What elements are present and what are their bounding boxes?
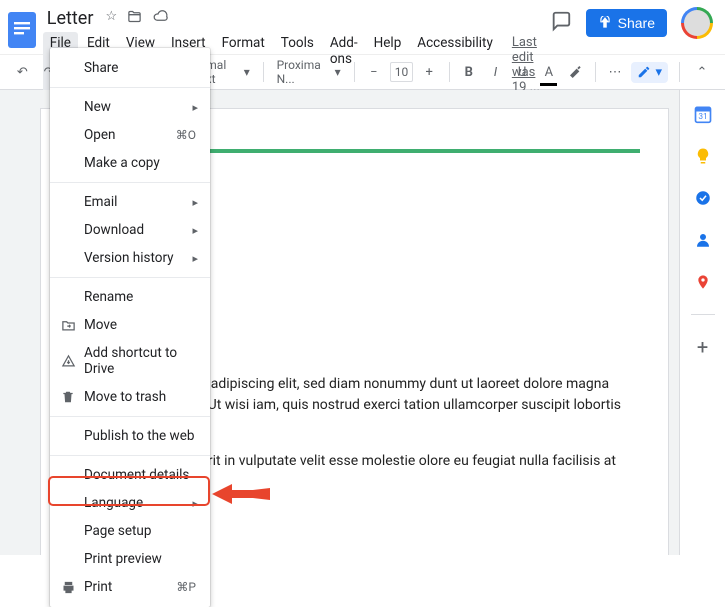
menu-item-download[interactable]: Download xyxy=(50,216,210,244)
bold-button[interactable]: B xyxy=(458,60,479,84)
collapse-toolbar-button[interactable]: ⌃ xyxy=(691,61,713,83)
move-folder-icon[interactable] xyxy=(127,9,142,28)
tasks-icon[interactable] xyxy=(693,188,713,208)
contacts-icon[interactable] xyxy=(693,230,713,250)
share-button-label: Share xyxy=(618,15,655,31)
svg-text:31: 31 xyxy=(698,112,707,122)
menu-item-publish[interactable]: Publish to the web xyxy=(50,422,210,450)
folder-arrow-icon xyxy=(60,317,76,333)
menu-item-rename[interactable]: Rename xyxy=(50,283,210,311)
side-panel: 31 + xyxy=(679,90,725,555)
underline-button[interactable]: U xyxy=(512,60,533,84)
menu-item-make-copy[interactable]: Make a copy xyxy=(50,149,210,177)
calendar-icon[interactable]: 31 xyxy=(693,104,713,124)
menu-item-open[interactable]: Open⌘O xyxy=(50,121,210,149)
print-icon xyxy=(60,579,76,595)
editing-mode-dropdown[interactable]: ▾ xyxy=(631,62,668,83)
trash-icon xyxy=(60,389,76,405)
text-color-button[interactable]: A xyxy=(538,60,559,84)
docs-logo[interactable] xyxy=(8,9,37,51)
menu-item-new[interactable]: New xyxy=(50,93,210,121)
keep-icon[interactable] xyxy=(693,146,713,166)
star-icon[interactable]: ☆ xyxy=(105,9,117,28)
chevron-down-icon: ▾ xyxy=(655,65,662,80)
menu-item-share[interactable]: Share xyxy=(50,54,210,82)
cloud-status-icon[interactable] xyxy=(152,9,169,28)
menu-item-move-trash[interactable]: Move to trash xyxy=(50,383,210,411)
font-size-input[interactable]: 10 xyxy=(390,62,413,82)
italic-button[interactable]: I xyxy=(485,60,506,84)
increase-font-button[interactable]: + xyxy=(419,60,440,84)
chevron-down-icon: ▾ xyxy=(335,65,341,79)
menu-item-print[interactable]: Print⌘P xyxy=(50,573,210,601)
menu-item-add-shortcut[interactable]: Add shortcut to Drive xyxy=(50,339,210,383)
account-avatar[interactable] xyxy=(681,7,713,39)
drive-shortcut-icon xyxy=(60,353,76,369)
comments-icon[interactable] xyxy=(550,10,572,36)
annotation-highlight xyxy=(48,476,210,506)
file-menu-dropdown: Share New Open⌘O Make a copy Email Downl… xyxy=(50,48,210,607)
menu-item-move[interactable]: Move xyxy=(50,311,210,339)
menu-item-version-history[interactable]: Version history xyxy=(50,244,210,272)
document-title[interactable]: Letter xyxy=(43,7,98,30)
add-addon-button[interactable]: + xyxy=(693,337,713,357)
menu-item-page-setup[interactable]: Page setup xyxy=(50,517,210,545)
annotation-arrow-icon xyxy=(212,480,272,508)
share-button[interactable]: Share xyxy=(586,9,667,37)
title-bar: Letter ☆ File Edit View Insert Format To… xyxy=(0,0,725,54)
menu-item-email[interactable]: Email xyxy=(50,188,210,216)
font-family-dropdown[interactable]: Proxima N... ▾ xyxy=(273,58,345,86)
maps-icon[interactable] xyxy=(693,272,713,292)
chevron-down-icon: ▾ xyxy=(244,65,250,79)
undo-button[interactable]: ↶ xyxy=(12,60,33,84)
more-tools-button[interactable]: ⋯ xyxy=(605,60,626,84)
menu-item-print-preview[interactable]: Print preview xyxy=(50,545,210,573)
decrease-font-button[interactable]: − xyxy=(363,60,384,84)
highlight-button[interactable] xyxy=(565,60,586,84)
